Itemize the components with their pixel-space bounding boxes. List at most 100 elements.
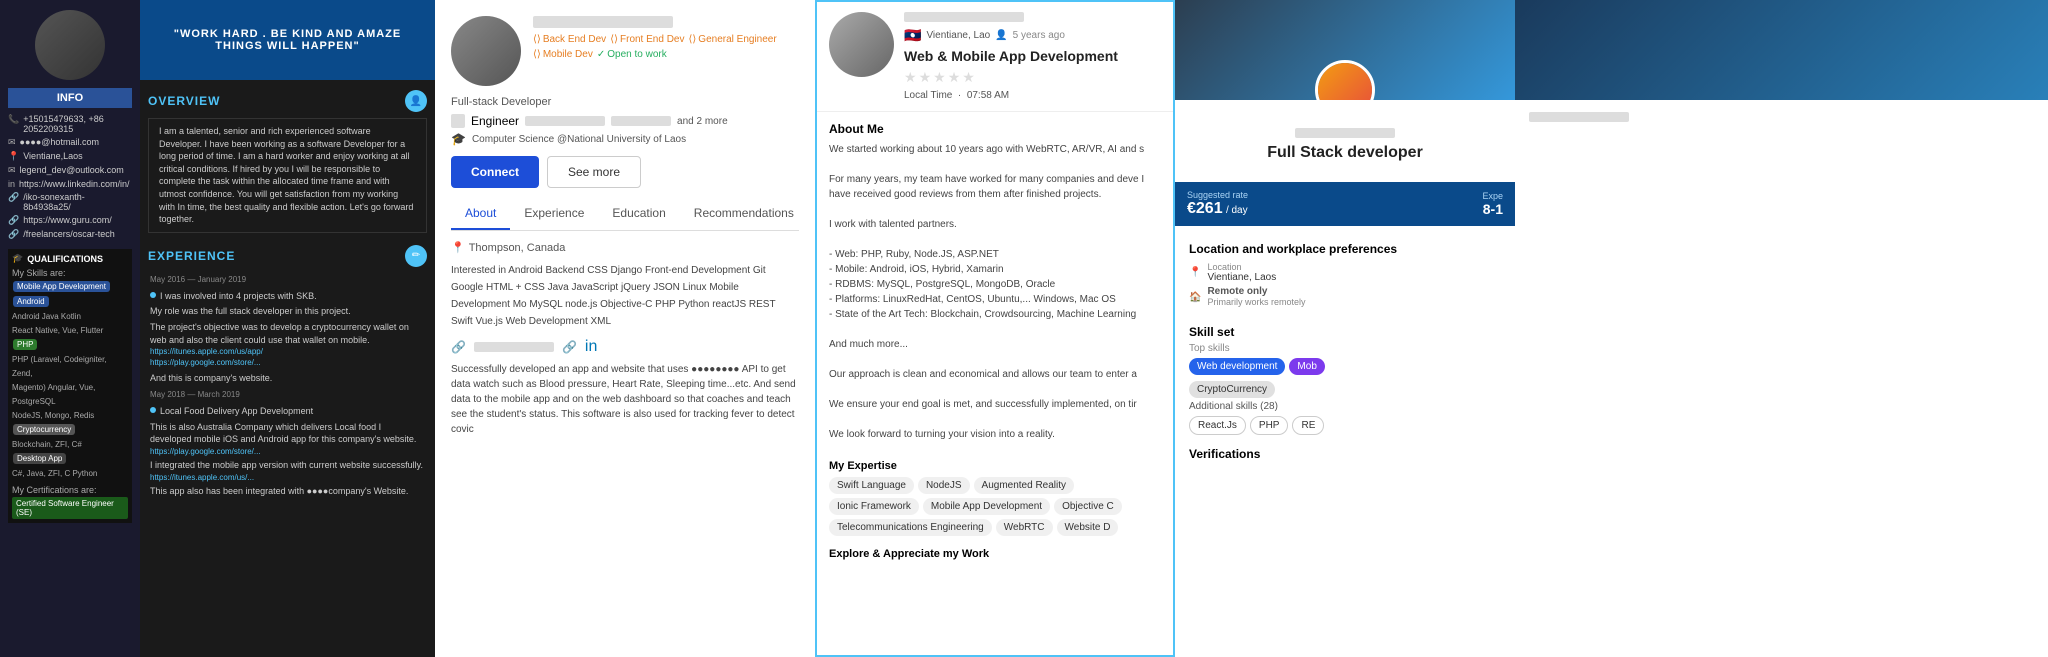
star-5: ★ — [962, 69, 975, 86]
verif-section: Verifications — [1175, 441, 1515, 467]
etag-mobile: Mobile App Development — [923, 498, 1050, 515]
skill-re: RE — [1292, 416, 1324, 435]
freelancers-value: /freelancers/oscar-tech — [23, 229, 115, 239]
local-time-value: 07:58 AM — [967, 90, 1009, 101]
role-tags: ⟨⟩ Back End Dev ⟨⟩ Front End Dev ⟨⟩ Gene… — [533, 34, 799, 45]
certs-label: My Certifications are: — [12, 485, 128, 495]
topskills-label: Top skills — [1189, 343, 1501, 354]
p3-name-blurred — [533, 16, 673, 28]
etag-nodejs: NodeJS — [918, 477, 970, 494]
p4-years-ago: 5 years ago — [1013, 30, 1065, 41]
email2-icon: ✉ — [8, 165, 16, 176]
explore-title: Explore & Appreciate my Work — [829, 548, 1161, 560]
panel3-profile: ⟨⟩ Back End Dev ⟨⟩ Front End Dev ⟨⟩ Gene… — [435, 0, 815, 657]
exp-link-2[interactable]: https://play.google.com/store/... — [150, 357, 425, 368]
connect-button[interactable]: Connect — [451, 156, 539, 188]
tab-education[interactable]: Education — [598, 198, 679, 230]
avatar5-container — [1315, 60, 1375, 100]
info-label: INFO — [8, 88, 132, 108]
flag-icon: 🇱🇦 — [904, 27, 921, 44]
tab-experience[interactable]: Experience — [510, 198, 598, 230]
p4-name-blurred — [904, 12, 1024, 22]
p4-location-text: Vientiane, Lao — [926, 30, 990, 41]
about-section-p4: About Me We started working about 10 yea… — [817, 111, 1173, 452]
etag-ionic: Ionic Framework — [829, 498, 919, 515]
role-backend: ⟨⟩ Back End Dev — [533, 34, 606, 45]
qualifications-box: 🎓 QUALIFICATIONS My Skills are: Mobile A… — [8, 249, 132, 523]
success-text-p3: Successfully developed an app and websit… — [451, 362, 799, 437]
engineer-icon — [451, 114, 465, 128]
exp-link-1[interactable]: https://itunes.apple.com/us/app/ — [150, 346, 425, 357]
location-row-p1: 📍 Vientiane,Laos — [8, 151, 132, 162]
email-icon: ✉ — [8, 137, 16, 148]
location-icon-p1: 📍 — [8, 151, 19, 162]
skill-crypto: Cryptocurrency — [13, 424, 75, 435]
loc-value: Vientiane, Laos — [1207, 272, 1276, 283]
exp-extra-1: And this is company's website. — [150, 372, 425, 385]
p3-header: ⟨⟩ Back End Dev ⟨⟩ Front End Dev ⟨⟩ Gene… — [451, 16, 799, 86]
about-text-p4: We started working about 10 years ago wi… — [829, 142, 1161, 442]
mobiledev-icon: ⟨⟩ — [533, 49, 541, 60]
skill-android: Android — [13, 296, 49, 307]
star-1: ★ — [904, 69, 917, 86]
rate-label: Suggested rate — [1187, 190, 1248, 200]
skill-desktop-detail: C#, Java, ZFI, C Python — [12, 469, 97, 478]
skillset-section: Skill set Top skills Web development Mob… — [1175, 319, 1515, 441]
loc-label: Location — [1207, 262, 1276, 272]
location-pin-icon-p5: 📍 — [1189, 267, 1201, 278]
cert-tag: Certified Software Engineer (SE) — [12, 497, 128, 519]
panel6-partial — [1515, 0, 2048, 657]
location-prefs: Location and workplace preferences 📍 Loc… — [1175, 234, 1515, 319]
rate-box: Suggested rate €261 / day Expe 8-1 — [1175, 182, 1515, 226]
skill-blockchain: Blockchain, ZFI, C# — [12, 440, 82, 449]
linkedin-icon-p3: in — [585, 338, 597, 356]
role-frontend: ⟨⟩ Front End Dev — [610, 34, 684, 45]
top-skills-row: Web development Mob — [1189, 358, 1501, 375]
link-icon-2: 🔗 — [562, 340, 577, 354]
phone-icon: 📞 — [8, 114, 19, 125]
remote-sub: Primarily works remotely — [1207, 297, 1305, 307]
role-general: ⟨⟩ General Engineer — [688, 34, 776, 45]
email-row: ✉ ●●●●@hotmail.com — [8, 137, 132, 148]
additional-skills-row: React.Js PHP RE — [1189, 416, 1501, 435]
engineer-blurred-1 — [525, 116, 605, 126]
linkedin-icon-p1: in — [8, 179, 15, 189]
exp-link-3[interactable]: https://play.google.com/store/... — [150, 446, 425, 457]
panel4-webmobile: 🇱🇦 Vientiane, Lao 👤 5 years ago Web & Mo… — [815, 0, 1175, 657]
tab-about[interactable]: About — [451, 198, 510, 230]
seemore-button[interactable]: See more — [547, 156, 641, 188]
exp-desc-2: This is also Australia Company which del… — [150, 421, 425, 446]
local-time: Local Time · 07:58 AM — [904, 90, 1161, 101]
skill-reactjs: React.Js — [1189, 416, 1246, 435]
skill-mob: Mob — [1289, 358, 1324, 375]
location-col: Location Vientiane, Laos — [1207, 262, 1276, 283]
exp-value: 8-1 — [1482, 201, 1503, 217]
skill-php-detail: PHP (Laravel, Codeigniter, Zend, — [12, 355, 107, 378]
skill-react: React Native, Vue, Flutter — [12, 326, 103, 335]
location-value-p1: Vientiane,Laos — [23, 151, 82, 161]
skill-php-p5: PHP — [1250, 416, 1289, 435]
and-more: and 2 more — [677, 116, 728, 127]
hero-banner: "WORK HARD . BE KIND AND AMAZE THINGS WI… — [140, 0, 435, 80]
skill-android-detail: Android Java Kotlin — [12, 312, 81, 321]
url1-row: 🔗 /iko-sonexanth-8b4938a25/ — [8, 192, 132, 212]
skillset-title: Skill set — [1189, 325, 1501, 339]
skills-area-p3: Interested in Android Backend CSS Django… — [451, 262, 799, 330]
tab-recommendations[interactable]: Recommendations — [680, 198, 808, 230]
experience-section: EXPERIENCE ✏ May 2016 — January 2019 I w… — [140, 239, 435, 502]
email2-row: ✉ legend_dev@outlook.com — [8, 165, 132, 176]
exp-item-2: Local Food Delivery App Development This… — [140, 401, 435, 501]
skill-webdev: Web development — [1189, 358, 1285, 375]
role-mobiledev: ⟨⟩ Mobile Dev — [533, 49, 593, 60]
graduation-icon: 🎓 — [451, 132, 466, 146]
overview-header: OVERVIEW 👤 — [140, 84, 435, 118]
exp-title-2: Local Food Delivery App Development — [160, 405, 313, 418]
rate-value: €261 — [1187, 200, 1223, 217]
guru-row: 🔗 https://www.guru.com/ — [8, 215, 132, 226]
university-row: 🎓 Computer Science @National University … — [451, 132, 799, 146]
exp-link-4[interactable]: https://itunes.apple.com/us/... — [150, 472, 425, 483]
skill-php-detail2: Magento) Angular, Vue, PostgreSQL — [12, 383, 95, 406]
avatar-5 — [1315, 60, 1375, 100]
overview-title: OVERVIEW — [148, 94, 220, 108]
star-4: ★ — [948, 69, 961, 86]
